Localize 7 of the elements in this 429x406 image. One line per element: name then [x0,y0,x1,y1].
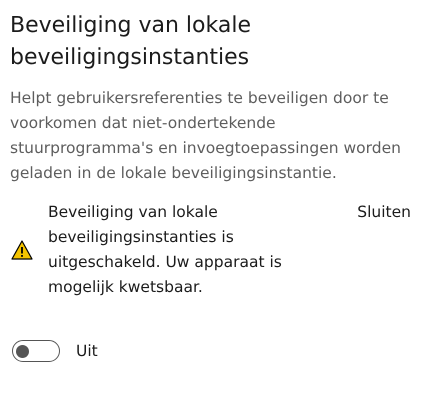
warning-message: Beveiliging van lokale beveiligingsinstanties is uitgeschakeld. Uw apparaat is mogelijk kwetsbaar. [48,202,283,298]
toggle-label: Uit [76,342,98,360]
warning-icon [11,240,33,260]
page-title: Beveiliging van lokale beveiligingsinstanties [10,12,252,72]
description-text: Helpt gebruikersreferenties te beveiligen door te voorkomen dat niet-ondertekende stuurprogramma's en invoegtoepassingen worden geladen in de lokale beveiligingsinstantie. [10,88,402,184]
close-link[interactable]: Sluiten [357,200,411,225]
toggle-switch[interactable] [12,340,60,362]
